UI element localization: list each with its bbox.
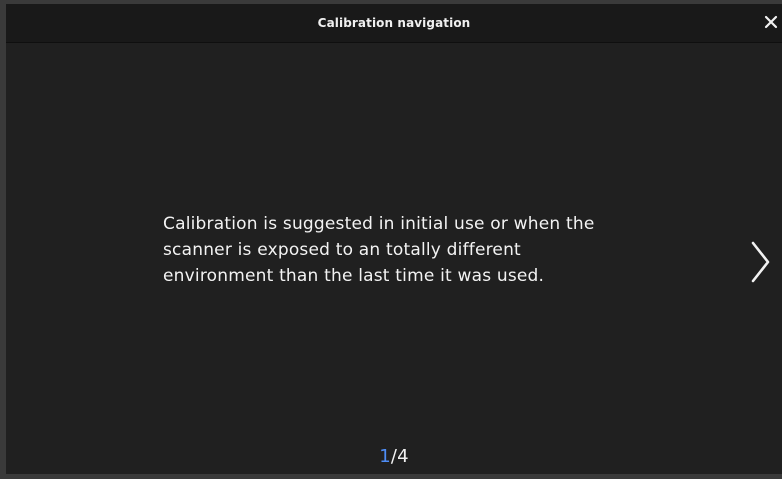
close-icon[interactable] — [762, 13, 780, 31]
calibration-navigation-dialog: Calibration navigation Calibration is su… — [0, 0, 782, 479]
page-indicator: 1/4 — [6, 446, 782, 467]
dialog-title: Calibration navigation — [317, 16, 471, 30]
total-pages: 4 — [397, 446, 409, 467]
dialog-frame: Calibration navigation Calibration is su… — [6, 4, 782, 474]
title-bar: Calibration navigation — [6, 4, 782, 43]
message-line-2: scanner is exposed to an totally differe… — [163, 240, 521, 260]
calibration-message: Calibration is suggested in initial use … — [163, 211, 683, 289]
current-page: 1 — [379, 446, 391, 467]
message-line-1: Calibration is suggested in initial use … — [163, 214, 595, 234]
message-line-3: environment than the last time it was us… — [163, 266, 545, 286]
chevron-right-icon[interactable] — [748, 240, 772, 284]
dialog-content: Calibration is suggested in initial use … — [6, 43, 782, 474]
